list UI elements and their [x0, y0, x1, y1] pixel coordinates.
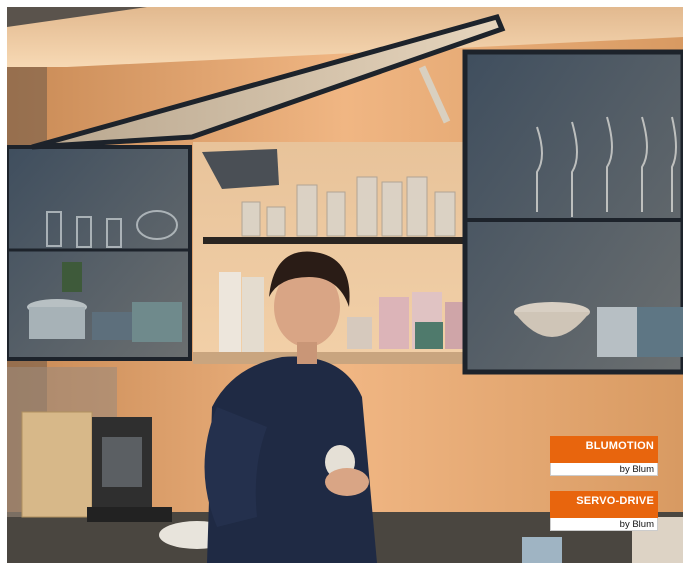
- small-cup: [522, 537, 562, 563]
- badge-title-pad: [550, 510, 658, 518]
- cutting-board: [21, 411, 93, 518]
- servo-drive-badge: SERVO-DRIVE by Blum: [550, 491, 658, 531]
- badge-title: SERVO-DRIVE: [550, 491, 658, 510]
- middle-shelf-board: [203, 237, 465, 244]
- badge-title-pad: [550, 455, 658, 463]
- badge-title: BLUMOTION: [550, 436, 658, 455]
- kitchen-photo: [7, 7, 683, 563]
- blumotion-badge: BLUMOTION by Blum: [550, 436, 658, 476]
- badge-subtitle: by Blum: [550, 463, 658, 476]
- badge-subtitle: by Blum: [550, 518, 658, 531]
- cabinet-bottom-board: [193, 352, 465, 364]
- image-frame: BLUMOTION by Blum SERVO-DRIVE by Blum: [7, 7, 683, 563]
